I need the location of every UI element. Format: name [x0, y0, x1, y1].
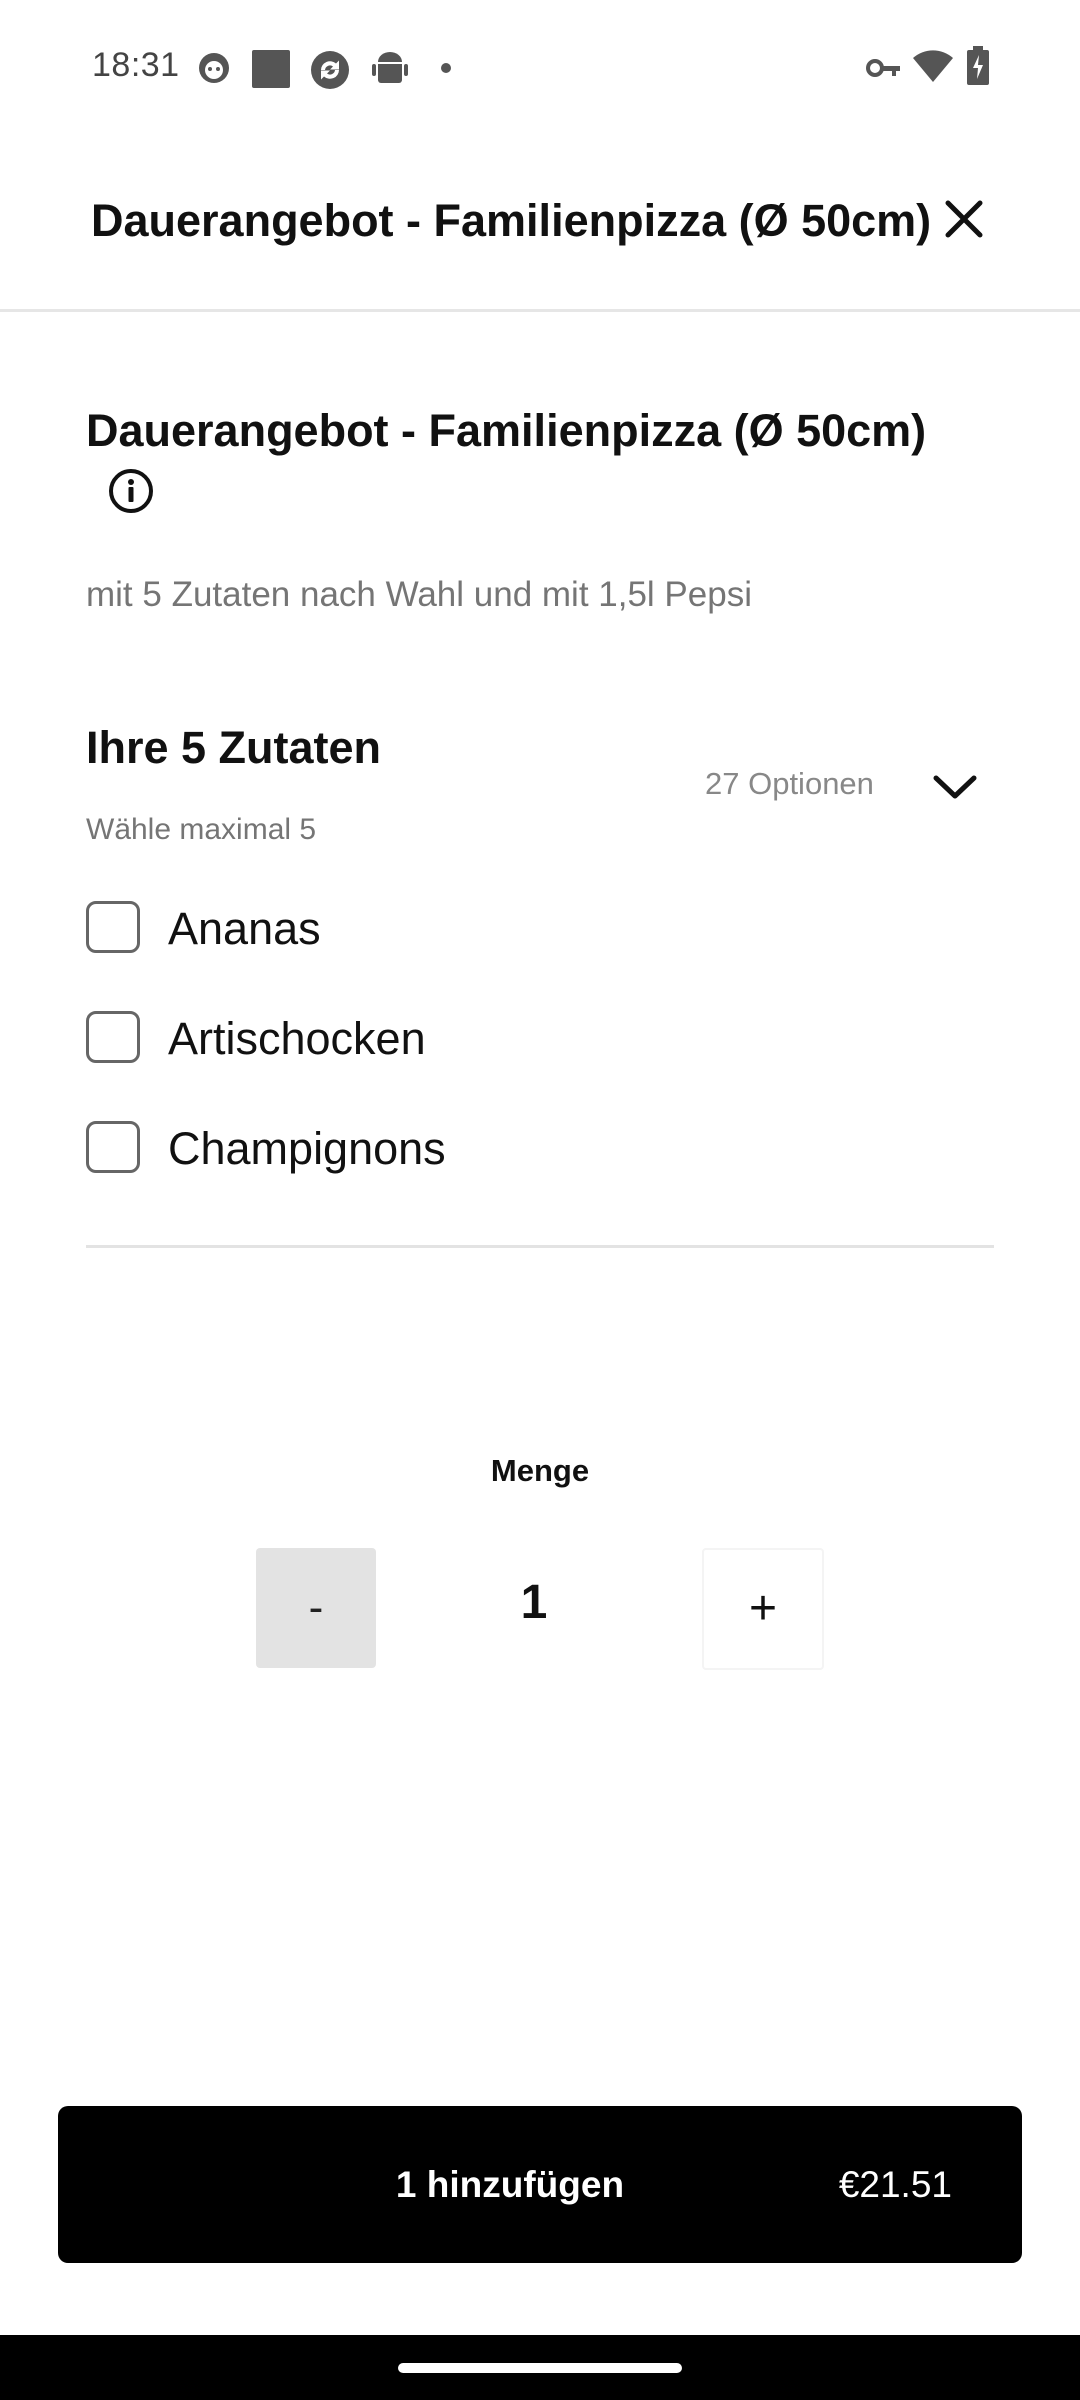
vpn-key-icon [866, 59, 900, 77]
checkbox[interactable] [86, 1011, 140, 1063]
product-description: mit 5 Zutaten nach Wahl und mit 1,5l Pep… [86, 575, 752, 614]
battery-charging-icon [967, 46, 989, 85]
home-gesture-handle[interactable] [398, 2363, 682, 2373]
options-count: 27 Optionen [705, 766, 874, 801]
quantity-value: 1 [520, 1576, 548, 1629]
option-champignons[interactable]: Champignons [86, 1113, 686, 1183]
quantity-label: Menge [490, 1453, 590, 1488]
quantity-increase-button[interactable]: + [702, 1548, 824, 1670]
ingredients-title: Ihre 5 Zutaten [86, 722, 382, 773]
option-label: Champignons [168, 1123, 446, 1174]
checkbox[interactable] [86, 901, 140, 953]
status-bar: 18:31 [0, 0, 1080, 135]
ingredients-subtitle: Wähle maximal 5 [86, 813, 317, 846]
option-label: Artischocken [168, 1013, 426, 1064]
sync-icon [311, 51, 349, 89]
header-divider [0, 309, 1080, 312]
notification-app-icon [199, 53, 229, 83]
info-icon[interactable] [108, 468, 154, 514]
chevron-down-icon[interactable] [930, 768, 980, 806]
option-label: Ananas [168, 903, 321, 954]
status-time: 18:31 [92, 46, 180, 84]
image-icon [252, 50, 290, 88]
add-button-price: €21.51 [838, 2164, 952, 2205]
wifi-icon [913, 50, 953, 82]
dialog-header: Dauerangebot - Familienpizza (Ø 50cm) [0, 135, 1080, 310]
option-artischocken[interactable]: Artischocken [86, 1003, 686, 1073]
section-divider [86, 1245, 994, 1248]
close-icon[interactable] [940, 195, 988, 243]
more-notifications-dot-icon [441, 63, 451, 73]
quantity-decrease-button[interactable]: - [256, 1548, 376, 1668]
android-icon [372, 52, 408, 83]
option-ananas[interactable]: Ananas [86, 893, 686, 963]
checkbox[interactable] [86, 1121, 140, 1173]
system-nav-bar [0, 2335, 1080, 2400]
product-title: Dauerangebot - Familienpizza (Ø 50cm) [86, 405, 927, 456]
add-to-cart-button[interactable]: 1 hinzufügen €21.51 [58, 2106, 1022, 2263]
header-title: Dauerangebot - Familienpizza (Ø 50cm) [91, 195, 932, 246]
